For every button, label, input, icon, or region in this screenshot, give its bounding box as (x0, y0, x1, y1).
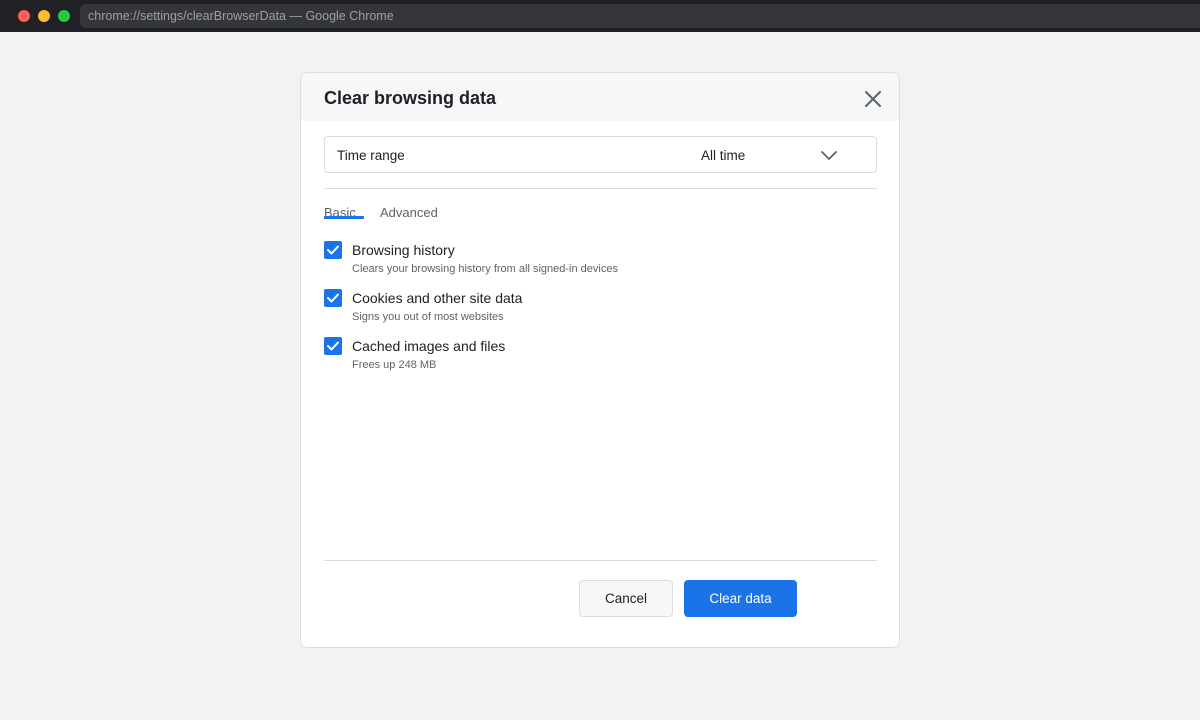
window-titlebar: chrome://settings/clearBrowserData — Goo… (0, 0, 1200, 32)
option-cookies: Cookies and other site data Signs you ou… (324, 289, 824, 329)
cached-images-checkbox[interactable] (324, 337, 342, 355)
selected-tab-indicator (324, 216, 364, 219)
close-window-button[interactable] (18, 10, 30, 22)
divider (324, 188, 877, 189)
cancel-button[interactable]: Cancel (579, 580, 673, 617)
footer-divider (324, 560, 877, 561)
time-range-value: All time (701, 148, 746, 163)
option-browsing-history: Browsing history Clears your browsing hi… (324, 241, 824, 281)
option-description: Signs you out of most websites (352, 311, 504, 323)
dialog-title: Clear browsing data (324, 88, 497, 108)
checkmark-icon (327, 341, 339, 351)
clear-browsing-data-dialog: Clear browsing data Time range All time … (300, 72, 900, 648)
browsing-history-checkbox[interactable] (324, 241, 342, 259)
option-cached-images: Cached images and files Frees up 248 MB (324, 337, 824, 377)
dialog-header: Clear browsing data (301, 73, 899, 121)
time-range-select[interactable]: Time range All time (324, 136, 877, 173)
option-description: Frees up 248 MB (352, 359, 437, 371)
checkmark-icon (327, 245, 339, 255)
option-label: Browsing history (352, 242, 455, 258)
cookies-checkbox[interactable] (324, 289, 342, 307)
tab-advanced[interactable]: Advanced (380, 205, 438, 220)
option-description: Clears your browsing history from all si… (352, 263, 618, 275)
window-address-title: chrome://settings/clearBrowserData — Goo… (80, 4, 1200, 28)
checkmark-icon (327, 293, 339, 303)
close-icon (865, 91, 881, 107)
chevron-down-icon (821, 151, 837, 160)
option-label: Cached images and files (352, 338, 506, 354)
minimize-window-button[interactable] (38, 10, 50, 22)
clear-data-button[interactable]: Clear data (684, 580, 797, 617)
close-dialog-button[interactable] (863, 89, 883, 109)
time-range-label: Time range (337, 148, 405, 163)
maximize-window-button[interactable] (58, 10, 70, 22)
option-label: Cookies and other site data (352, 290, 523, 306)
